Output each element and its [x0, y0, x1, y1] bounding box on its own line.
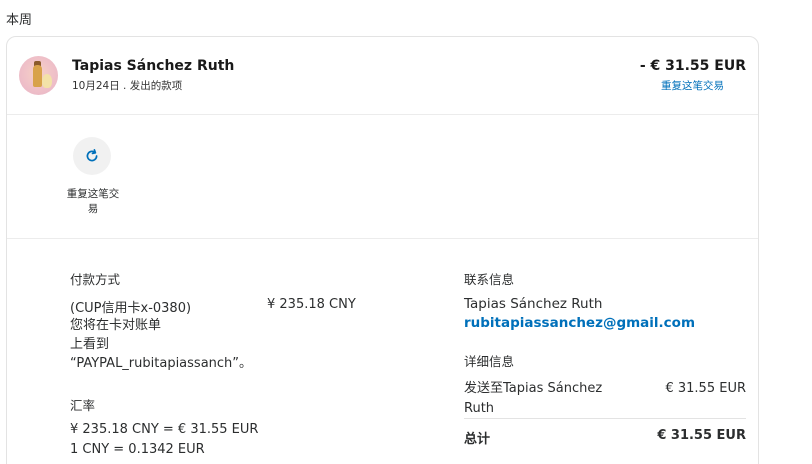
payment-amount: ¥ 235.18 CNY	[267, 297, 356, 312]
details-title: 详细信息	[464, 354, 515, 369]
exchange-rate-line: ¥ 235.18 CNY = € 31.55 EUR	[70, 422, 259, 437]
transaction-details: 付款方式 (CUP信用卡x-0380) ¥ 235.18 CNY 您将在卡对账单…	[7, 239, 758, 464]
statement-note-line: 您将在卡对账单	[70, 318, 162, 333]
week-label: 本周	[6, 13, 33, 28]
payment-method-row: (CUP信用卡x-0380) ¥ 235.18 CNY 您将在卡对账单 上看到 …	[70, 297, 370, 371]
actions-row: 重复这笔交易	[7, 115, 758, 239]
contact-name: Tapias Sánchez Ruth	[464, 296, 603, 312]
merchant-name: Tapias Sánchez Ruth	[72, 58, 235, 74]
exchange-rate-unit: 1 CNY = 0.1342 EUR	[70, 442, 205, 457]
sent-amount: € 31.55 EUR	[665, 381, 746, 396]
exchange-rate-title: 汇率	[70, 398, 96, 413]
payment-method-title: 付款方式	[70, 272, 121, 287]
refresh-icon	[86, 149, 98, 162]
sent-to-label: 发送至Tapias Sánchez Ruth	[464, 381, 603, 416]
contact-column: 联系信息 Tapias Sánchez Ruth rubitapiassanch…	[464, 269, 746, 448]
transaction-amount: - € 31.55 EUR	[639, 58, 746, 74]
contact-title: 联系信息	[464, 272, 515, 287]
total-amount: € 31.55 EUR	[657, 428, 746, 443]
repeat-transaction-label: 重复这笔交易	[66, 188, 120, 215]
payment-card: (CUP信用卡x-0380)	[70, 301, 192, 316]
statement-note: 您将在卡对账单 上看到 “PAYPAL_rubitapiassanch”。	[70, 316, 260, 373]
statement-note-line: “PAYPAL_rubitapiassanch”。	[70, 356, 253, 371]
transaction-meta: 10月24日 . 发出的款项	[72, 80, 183, 92]
contact-email-link[interactable]: rubitapiassanchez@gmail.com	[464, 315, 746, 331]
payment-column: 付款方式 (CUP信用卡x-0380) ¥ 235.18 CNY 您将在卡对账单…	[70, 269, 370, 460]
sent-to-row: 发送至Tapias Sánchez Ruth € 31.55 EUR	[464, 379, 746, 419]
repeat-transaction-button[interactable]	[73, 137, 111, 175]
total-label: 总计	[464, 432, 491, 447]
repeat-transaction-link[interactable]: 重复这笔交易	[661, 78, 724, 93]
transaction-card: Tapias Sánchez Ruth 10月24日 . 发出的款项 - € 3…	[6, 36, 759, 464]
total-row: 总计 € 31.55 EUR	[464, 428, 746, 448]
transaction-header[interactable]: Tapias Sánchez Ruth 10月24日 . 发出的款项 - € 3…	[7, 37, 758, 115]
avatar	[19, 56, 58, 95]
statement-note-line: 上看到	[70, 337, 110, 352]
